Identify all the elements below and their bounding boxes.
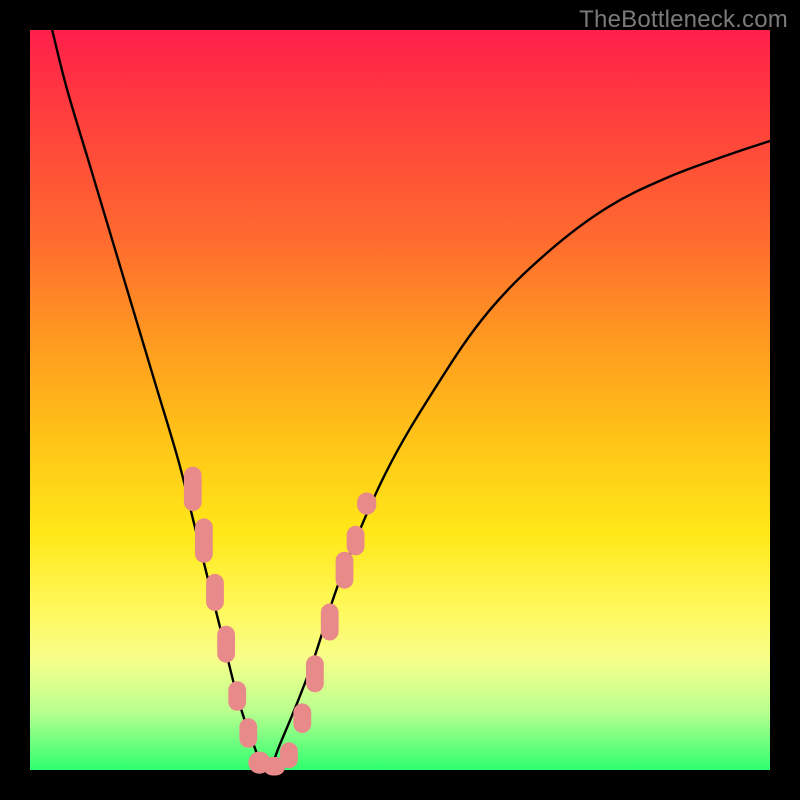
marker-dot — [321, 604, 339, 641]
marker-dot — [184, 467, 202, 511]
marker-dot — [280, 742, 298, 768]
marker-dot — [239, 718, 257, 748]
marker-dot — [228, 681, 246, 711]
marker-dot — [217, 626, 235, 663]
marker-dot — [347, 526, 365, 556]
marker-dot — [306, 655, 324, 692]
marker-dot — [357, 493, 376, 515]
marker-group — [184, 467, 376, 776]
plot-area — [30, 30, 770, 770]
marker-dot — [336, 552, 354, 589]
marker-dot — [206, 574, 224, 611]
chart-svg — [30, 30, 770, 770]
chart-frame: TheBottleneck.com — [0, 0, 800, 800]
marker-dot — [293, 703, 311, 733]
bottleneck-curve — [52, 30, 770, 770]
marker-dot — [195, 518, 213, 562]
